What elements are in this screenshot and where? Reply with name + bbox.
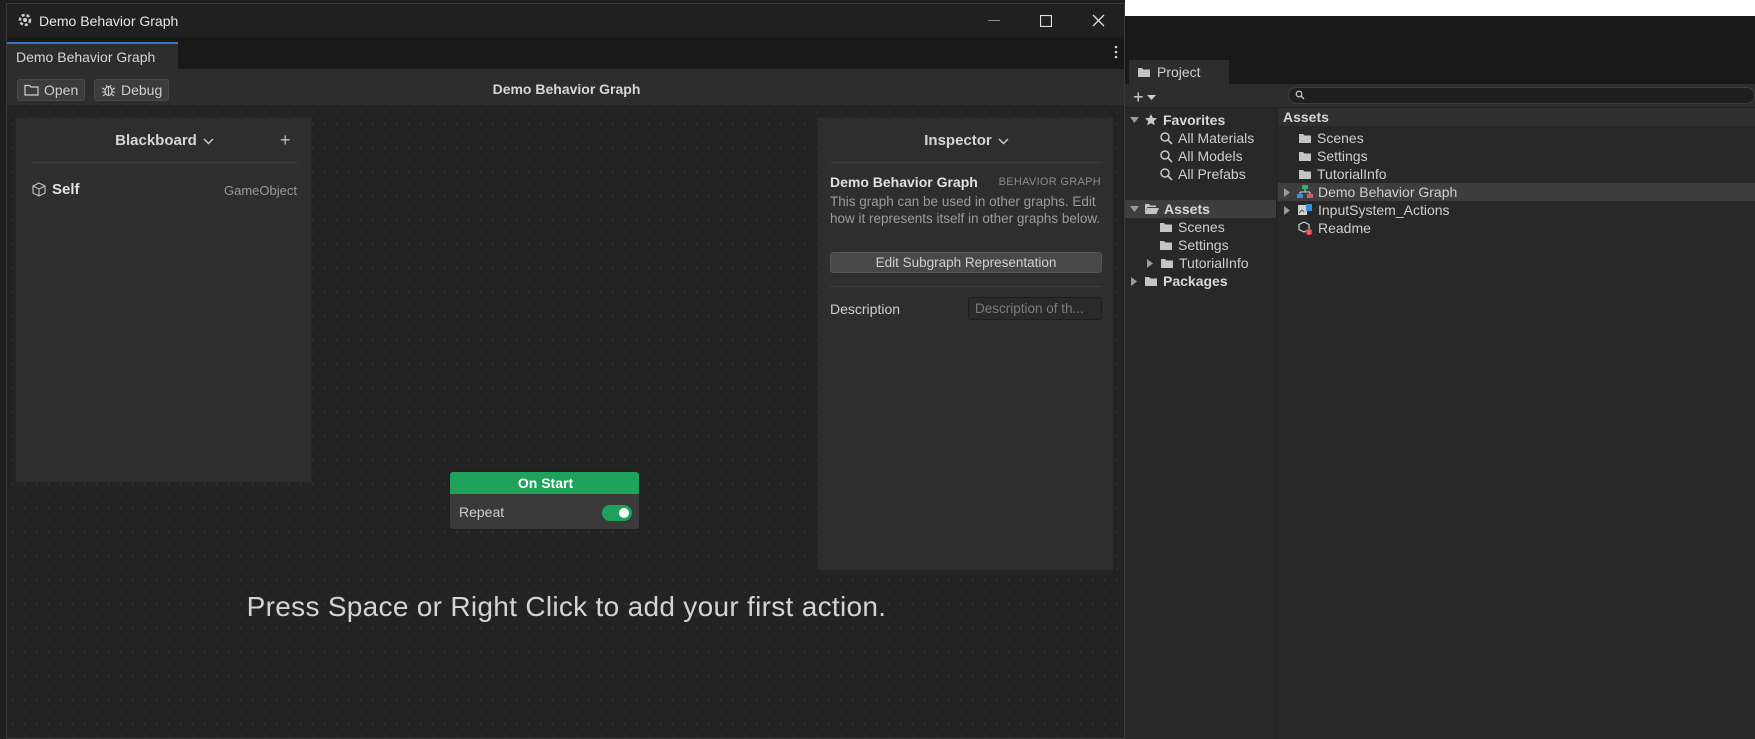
tree-item-packages[interactable]: Packages bbox=[1129, 272, 1228, 290]
search-icon bbox=[1159, 149, 1173, 163]
window-titlebar[interactable]: Demo Behavior Graph bbox=[7, 4, 1124, 37]
folder-icon bbox=[1159, 239, 1173, 251]
project-panel: Project + Favorites All Materials All Mo… bbox=[1125, 60, 1755, 739]
project-tab-label: Project bbox=[1157, 64, 1201, 80]
folder-icon bbox=[1160, 257, 1174, 269]
tab-demo-behavior-graph[interactable]: Demo Behavior Graph bbox=[7, 42, 178, 69]
asset-item-tutorialinfo[interactable]: TutorialInfo bbox=[1298, 165, 1387, 183]
graph-toolbar: Open Debug Demo Behavior Graph bbox=[7, 69, 1124, 106]
tree-item-all-models[interactable]: All Models bbox=[1159, 147, 1243, 165]
variable-self-name[interactable]: Self bbox=[52, 181, 80, 198]
search-input[interactable] bbox=[1288, 87, 1755, 104]
repeat-toggle[interactable] bbox=[602, 505, 632, 521]
maximize-icon bbox=[1040, 14, 1052, 27]
asset-item-demo-behavior-graph[interactable]: Demo Behavior Graph bbox=[1278, 183, 1755, 201]
window-title: Demo Behavior Graph bbox=[39, 13, 179, 29]
folder-icon bbox=[1159, 221, 1173, 233]
maximize-button[interactable] bbox=[1020, 4, 1072, 37]
divider bbox=[830, 162, 1102, 163]
star-icon bbox=[1144, 113, 1158, 127]
expand-arrow-icon[interactable] bbox=[1129, 116, 1139, 124]
toggle-knob bbox=[619, 508, 629, 518]
minimize-button[interactable] bbox=[968, 4, 1020, 37]
repeat-label: Repeat bbox=[459, 504, 505, 520]
search-icon bbox=[1159, 167, 1173, 181]
chevron-down-icon bbox=[998, 138, 1009, 145]
background-toolbar bbox=[1125, 16, 1755, 60]
collapse-arrow-icon[interactable] bbox=[1282, 205, 1292, 215]
behavior-graph-window: Demo Behavior Graph Demo Behavior Graph … bbox=[6, 3, 1125, 739]
inspector-asset-name: Demo Behavior Graph bbox=[830, 174, 978, 190]
expand-arrow-icon[interactable] bbox=[1129, 205, 1139, 213]
tree-item-assets[interactable]: Assets bbox=[1125, 200, 1276, 218]
graph-canvas[interactable]: Blackboard + Self GameObject Inspector D… bbox=[7, 106, 1124, 738]
plus-icon: + bbox=[1133, 87, 1144, 107]
close-button[interactable] bbox=[1072, 4, 1124, 37]
search-icon bbox=[1159, 131, 1173, 145]
background-strip bbox=[1125, 0, 1755, 16]
tab-project[interactable]: Project bbox=[1129, 60, 1229, 84]
description-label: Description bbox=[830, 301, 901, 317]
folder-icon bbox=[1298, 132, 1312, 144]
project-tabbar: Project bbox=[1125, 60, 1755, 84]
empty-graph-hint: Press Space or Right Click to add your f… bbox=[246, 591, 887, 622]
window-tabbar: Demo Behavior Graph bbox=[7, 37, 1124, 69]
graph-title: Demo Behavior Graph bbox=[492, 81, 641, 97]
readme-icon: i bbox=[1298, 220, 1313, 236]
chevron-down-icon bbox=[1146, 94, 1156, 101]
collapse-arrow-icon[interactable] bbox=[1129, 276, 1139, 286]
asset-item-scenes[interactable]: Scenes bbox=[1298, 129, 1364, 147]
close-icon bbox=[1092, 14, 1105, 27]
behavior-graph-icon bbox=[1297, 185, 1313, 199]
inspector-description-text: This graph can be used in other graphs. … bbox=[830, 194, 1101, 226]
unity-gear-icon bbox=[17, 12, 33, 28]
minimize-icon bbox=[988, 19, 1000, 22]
folder-icon bbox=[1137, 66, 1151, 78]
project-assets-list: Assets Scenes Settings TutorialInfo Demo… bbox=[1278, 108, 1755, 739]
project-folder-tree: Favorites All Materials All Models All P… bbox=[1125, 108, 1277, 739]
input-actions-icon bbox=[1297, 203, 1313, 217]
inspector-title-dropdown[interactable]: Inspector bbox=[818, 132, 1115, 149]
collapse-arrow-icon[interactable] bbox=[1282, 187, 1292, 197]
divider bbox=[830, 286, 1102, 287]
tree-item-settings[interactable]: Settings bbox=[1159, 236, 1229, 254]
svg-text:i: i bbox=[1308, 230, 1309, 236]
folder-icon bbox=[1144, 275, 1158, 287]
gameobject-cube-icon bbox=[32, 182, 46, 197]
blackboard-panel: Blackboard + Self GameObject bbox=[15, 117, 312, 483]
tree-item-scenes[interactable]: Scenes bbox=[1159, 218, 1225, 236]
collapse-arrow-icon[interactable] bbox=[1145, 258, 1155, 268]
tree-item-all-prefabs[interactable]: All Prefabs bbox=[1159, 165, 1246, 183]
folder-icon bbox=[1298, 168, 1312, 180]
create-button[interactable]: + bbox=[1133, 87, 1156, 108]
node-header[interactable]: On Start bbox=[450, 472, 639, 494]
description-field[interactable]: Description of th... bbox=[968, 297, 1102, 320]
search-icon bbox=[1295, 90, 1305, 100]
more-options-icon[interactable] bbox=[1114, 45, 1118, 59]
inspector-asset-kind: BEHAVIOR GRAPH bbox=[998, 176, 1101, 188]
asset-item-readme[interactable]: i Readme bbox=[1298, 219, 1371, 237]
chevron-down-icon bbox=[203, 138, 214, 145]
variable-self-type: GameObject bbox=[224, 183, 297, 198]
blackboard-title-dropdown[interactable]: Blackboard bbox=[16, 132, 313, 149]
tree-item-favorites[interactable]: Favorites bbox=[1129, 111, 1225, 129]
assets-breadcrumb[interactable]: Assets bbox=[1278, 108, 1755, 126]
add-variable-button[interactable]: + bbox=[280, 130, 291, 151]
asset-item-settings[interactable]: Settings bbox=[1298, 147, 1368, 165]
on-start-node[interactable]: On Start Repeat bbox=[449, 471, 640, 530]
asset-item-inputsystem-actions[interactable]: InputSystem_Actions bbox=[1282, 201, 1450, 219]
tree-item-all-materials[interactable]: All Materials bbox=[1159, 129, 1254, 147]
edit-subgraph-representation-button[interactable]: Edit Subgraph Representation bbox=[830, 252, 1102, 273]
project-toolbar: + bbox=[1125, 84, 1755, 108]
divider bbox=[32, 162, 298, 163]
tree-item-tutorialinfo[interactable]: TutorialInfo bbox=[1145, 254, 1249, 272]
folder-open-icon bbox=[1144, 203, 1159, 215]
inspector-panel: Inspector Demo Behavior Graph BEHAVIOR G… bbox=[817, 117, 1114, 571]
folder-icon bbox=[1298, 150, 1312, 162]
